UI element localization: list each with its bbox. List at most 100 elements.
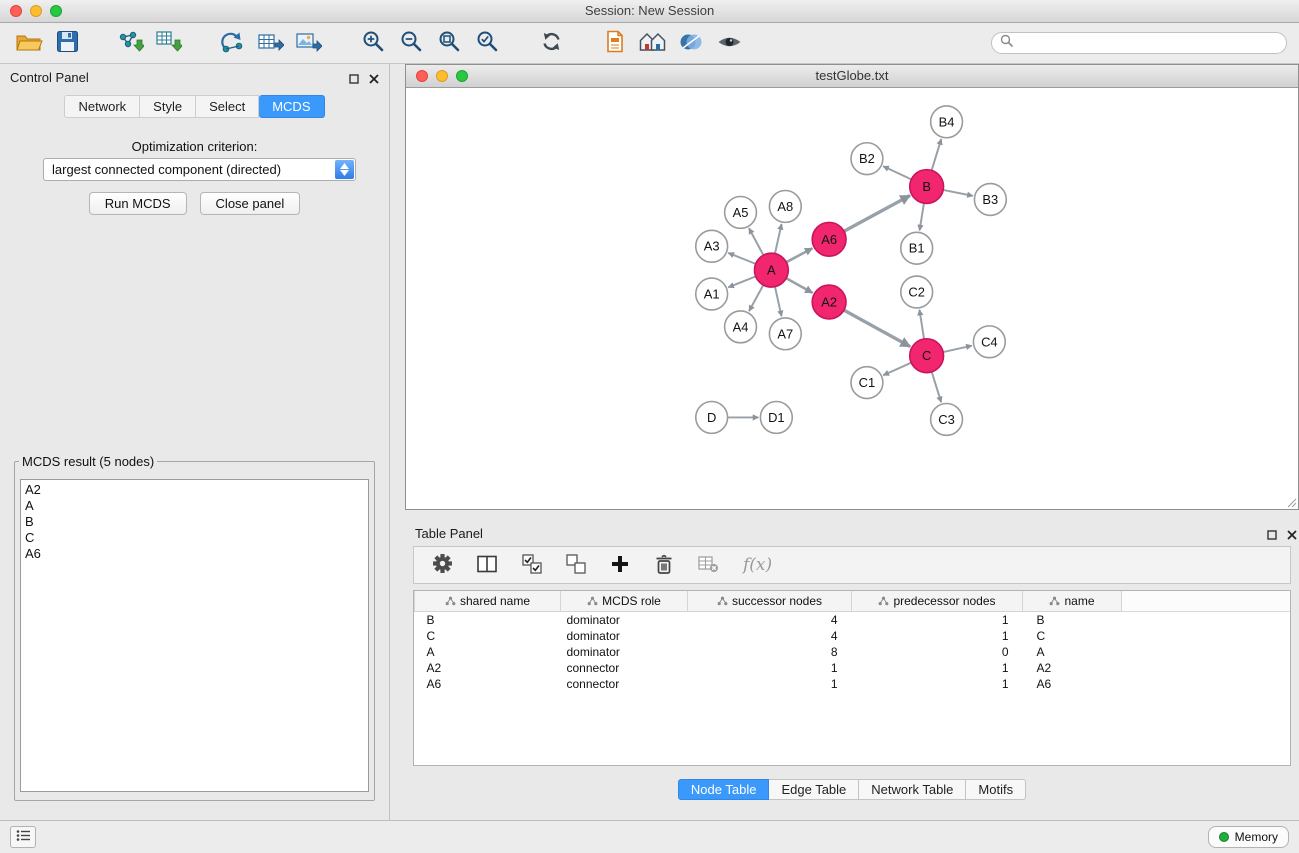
mcds-result-item[interactable]: A6 — [21, 546, 368, 562]
mcds-result-item[interactable]: A — [21, 498, 368, 514]
column-header-predecessor-nodes[interactable]: predecessor nodes — [852, 591, 1023, 612]
column-header-name[interactable]: name — [1023, 591, 1122, 612]
graph-node-A6[interactable]: A6 — [812, 222, 846, 256]
graph-edge-A2-C[interactable] — [844, 310, 910, 346]
show-hide-panels-button[interactable] — [713, 26, 745, 60]
table-row[interactable]: Cdominator41C — [415, 628, 1291, 644]
tab-style[interactable]: Style — [140, 95, 196, 118]
network-minimize-button[interactable] — [436, 70, 448, 82]
tab-motifs[interactable]: Motifs — [966, 779, 1026, 800]
graph-node-A1[interactable]: A1 — [696, 278, 728, 310]
function-builder-button[interactable]: f(x) — [741, 551, 774, 579]
export-image-button[interactable] — [293, 26, 325, 60]
graph-edge-A-A2[interactable] — [786, 278, 812, 293]
graph-node-B4[interactable]: B4 — [931, 106, 963, 138]
show-columns-button[interactable] — [475, 551, 500, 579]
minimize-window-button[interactable] — [30, 5, 42, 17]
graph-node-D1[interactable]: D1 — [760, 402, 792, 434]
graph-node-B[interactable]: B — [910, 170, 944, 204]
search-input[interactable] — [1019, 35, 1278, 51]
tab-network-table[interactable]: Network Table — [859, 779, 966, 800]
graph-node-D[interactable]: D — [696, 402, 728, 434]
graph-edge-A-A1[interactable] — [728, 276, 755, 287]
zoom-in-button[interactable] — [357, 26, 389, 60]
close-window-button[interactable] — [10, 5, 22, 17]
graph-edge-A-A6[interactable] — [786, 248, 812, 262]
task-history-button[interactable] — [10, 826, 36, 848]
graph-edge-A-A4[interactable] — [749, 285, 763, 311]
delete-row-button[interactable] — [652, 551, 676, 579]
graph-edge-A-A7[interactable] — [775, 287, 782, 317]
mcds-result-item[interactable]: B — [21, 514, 368, 530]
search-field[interactable] — [991, 32, 1287, 54]
graph-node-A4[interactable]: A4 — [725, 311, 757, 343]
mcds-result-item[interactable]: A2 — [21, 482, 368, 498]
tab-network[interactable]: Network — [64, 95, 140, 118]
tab-edge-table[interactable]: Edge Table — [769, 779, 859, 800]
graph-node-B2[interactable]: B2 — [851, 143, 883, 175]
save-session-button[interactable] — [51, 26, 83, 60]
graph-node-C4[interactable]: C4 — [973, 326, 1005, 358]
table-row[interactable]: Bdominator41B — [415, 612, 1291, 629]
graph-node-C2[interactable]: C2 — [901, 276, 933, 308]
column-header-MCDS-role[interactable]: MCDS role — [561, 591, 688, 612]
graph-edge-C-C2[interactable] — [919, 310, 924, 339]
graph-edge-A-A5[interactable] — [749, 228, 763, 255]
column-header-shared-name[interactable]: shared name — [415, 591, 561, 612]
tab-node-table[interactable]: Node Table — [678, 779, 770, 800]
close-table-panel-icon[interactable] — [1287, 527, 1297, 545]
resize-grip-icon[interactable] — [1285, 496, 1297, 508]
graph-edge-B-B4[interactable] — [932, 139, 942, 170]
zoom-fit-button[interactable] — [433, 26, 465, 60]
graph-node-C[interactable]: C — [910, 339, 944, 373]
import-table-button[interactable] — [153, 26, 185, 60]
table-settings-button[interactable] — [430, 551, 455, 579]
float-panel-icon[interactable] — [349, 71, 359, 89]
close-panel-icon[interactable] — [369, 71, 379, 89]
tab-mcds[interactable]: MCDS — [259, 95, 324, 118]
memory-button[interactable]: Memory — [1208, 826, 1289, 848]
network-canvas[interactable]: B4B2BB3A5A8A6A3B1AC2A1A2A4A7C4CC1C3DD1 — [406, 88, 1298, 509]
export-table-button[interactable] — [255, 26, 287, 60]
graph-node-B1[interactable]: B1 — [901, 232, 933, 264]
graph-edge-B-B1[interactable] — [920, 203, 924, 230]
run-mcds-button[interactable]: Run MCDS — [89, 192, 187, 215]
export-network-button[interactable] — [217, 26, 249, 60]
table-row[interactable]: Adominator80A — [415, 644, 1291, 660]
column-header-successor-nodes[interactable]: successor nodes — [688, 591, 852, 612]
graph-edge-C-C4[interactable] — [943, 346, 972, 352]
graph-edge-C-C3[interactable] — [932, 372, 941, 402]
graph-edge-A6-B[interactable] — [844, 195, 910, 231]
network-window-titlebar[interactable]: testGlobe.txt — [406, 65, 1298, 88]
graph-edge-A-A3[interactable] — [728, 253, 755, 264]
select-all-button[interactable] — [520, 551, 544, 579]
delete-table-button[interactable] — [696, 551, 721, 579]
optimization-criterion-select[interactable]: largest connected component (directed) — [43, 158, 356, 181]
float-table-panel-icon[interactable] — [1267, 527, 1277, 545]
mcds-result-item[interactable]: C — [21, 530, 368, 546]
annotations-button[interactable] — [599, 26, 631, 60]
unselect-all-button[interactable] — [564, 551, 588, 579]
network-close-button[interactable] — [416, 70, 428, 82]
zoom-out-button[interactable] — [395, 26, 427, 60]
tab-select[interactable]: Select — [196, 95, 259, 118]
table-row[interactable]: A2connector11A2 — [415, 660, 1291, 676]
close-panel-button[interactable]: Close panel — [200, 192, 301, 215]
refresh-layout-button[interactable] — [535, 26, 567, 60]
graph-edge-B-B2[interactable] — [883, 166, 911, 179]
zoom-selected-button[interactable] — [471, 26, 503, 60]
graph-node-A3[interactable]: A3 — [696, 230, 728, 262]
graph-node-A7[interactable]: A7 — [769, 318, 801, 350]
open-session-button[interactable] — [13, 26, 45, 60]
graph-edge-C-C1[interactable] — [883, 363, 911, 376]
add-row-button[interactable] — [608, 551, 632, 579]
level-of-detail-button[interactable] — [675, 26, 707, 60]
table-row[interactable]: A6connector11A6 — [415, 676, 1291, 692]
graph-node-A8[interactable]: A8 — [769, 191, 801, 223]
graph-edge-A-A8[interactable] — [775, 224, 782, 254]
graph-node-C3[interactable]: C3 — [931, 404, 963, 436]
graph-node-B3[interactable]: B3 — [974, 184, 1006, 216]
graph-node-C1[interactable]: C1 — [851, 367, 883, 399]
network-zoom-button[interactable] — [456, 70, 468, 82]
zoom-window-button[interactable] — [50, 5, 62, 17]
